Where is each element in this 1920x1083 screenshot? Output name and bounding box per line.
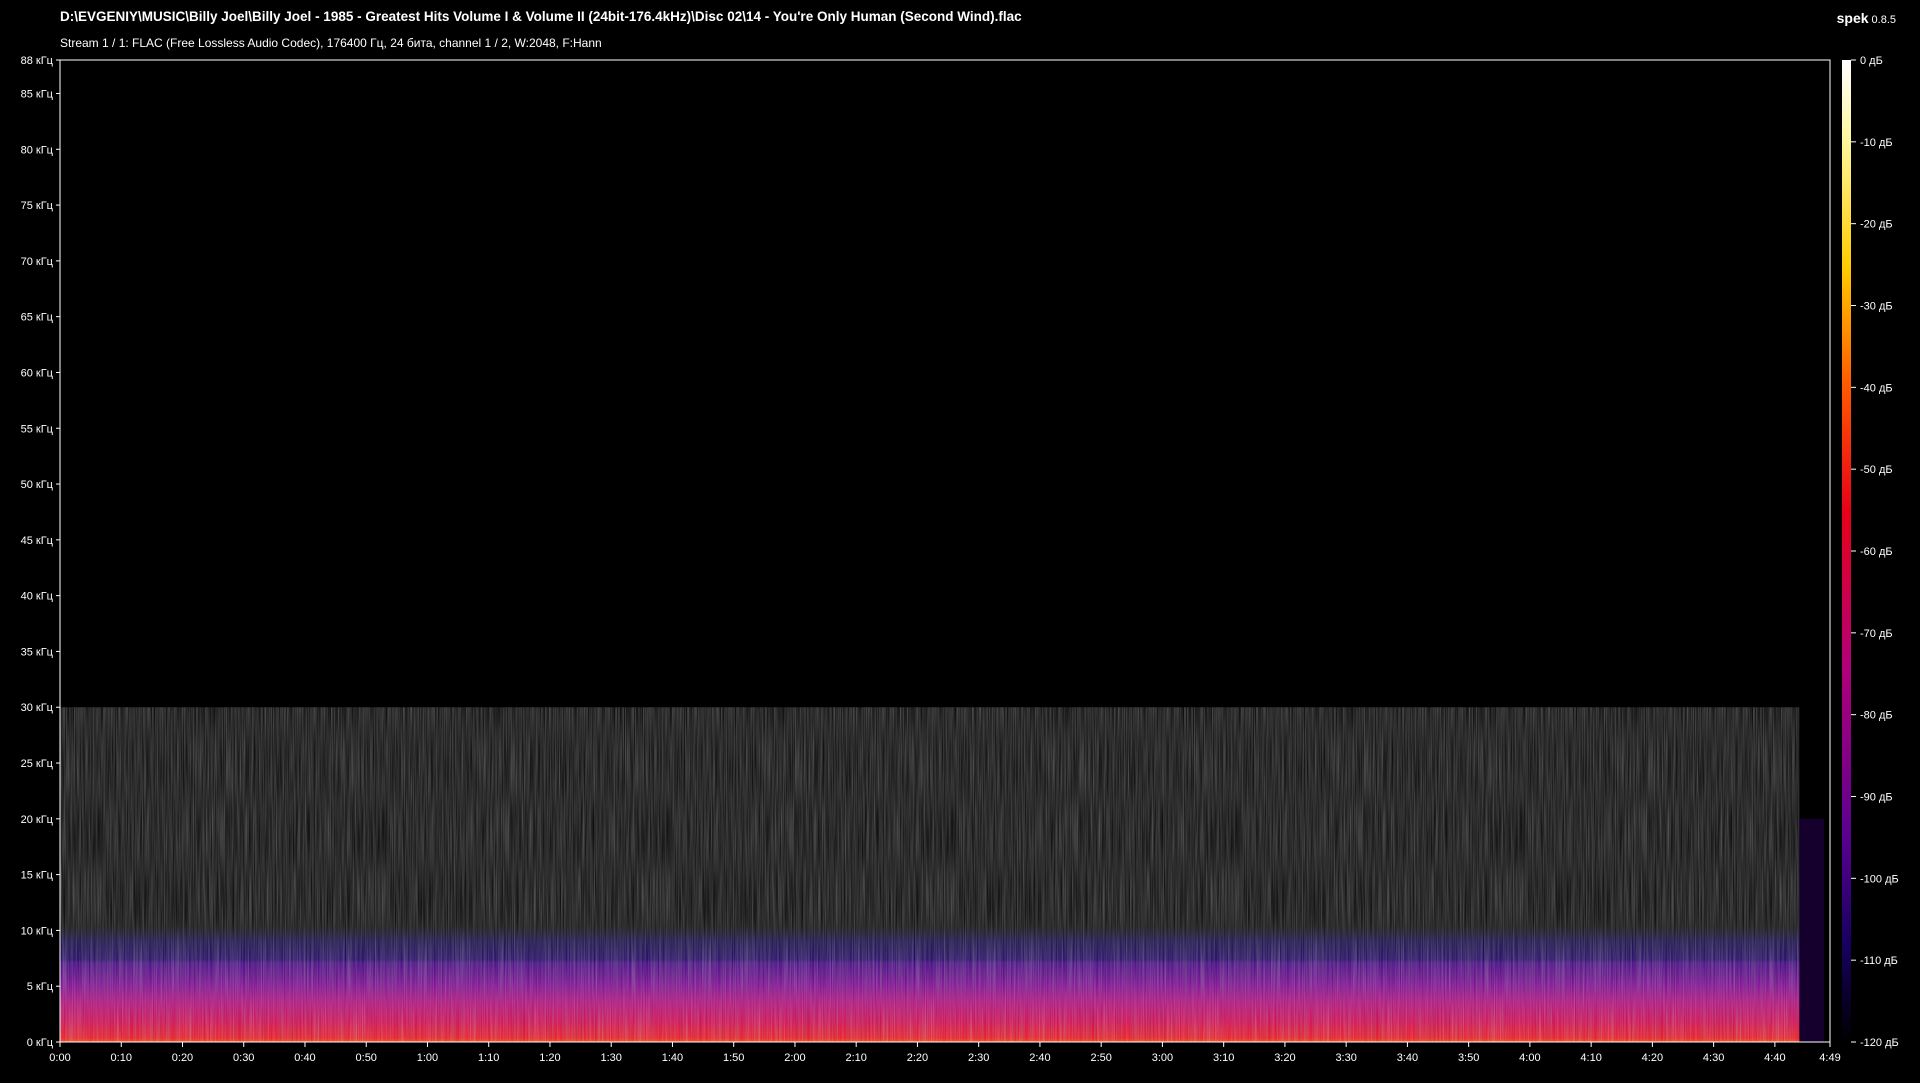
level-tick-label: -100 дБ (1860, 873, 1899, 885)
time-tick-label: 3:10 (1213, 1052, 1234, 1064)
frequency-tick-label: 35 кГц (21, 646, 54, 658)
level-tick-label: -80 дБ (1860, 710, 1893, 722)
level-tick-label: 0 дБ (1860, 55, 1883, 67)
time-tick-label: 1:50 (723, 1052, 744, 1064)
level-tick-label: -50 дБ (1860, 464, 1893, 476)
frequency-tick-label: 50 кГц (21, 479, 54, 491)
frequency-tick-label: 55 кГц (21, 423, 54, 435)
level-tick-label: -10 дБ (1860, 137, 1893, 149)
frequency-tick-label: 40 кГц (21, 591, 54, 603)
time-tick-label: 1:00 (417, 1052, 438, 1064)
time-tick-label: 2:00 (784, 1052, 805, 1064)
frequency-tick-label: 20 кГц (21, 814, 54, 826)
level-tick-label: -120 дБ (1860, 1037, 1899, 1049)
time-tick-label: 0:50 (356, 1052, 377, 1064)
time-tick-label: 2:40 (1029, 1052, 1050, 1064)
time-tick-label: 2:10 (845, 1052, 866, 1064)
frequency-tick-label: 70 кГц (21, 256, 54, 268)
frequency-tick-label: 25 кГц (21, 758, 54, 770)
time-tick-label: 4:49 (1819, 1052, 1840, 1064)
frequency-tick-label: 30 кГц (21, 702, 54, 714)
spectrogram-chart: 0 кГц 5 кГц 10 кГц 15 кГц 20 кГц 25 кГц 30 кГц… (21, 55, 1899, 1064)
time-tick-label: 0:30 (233, 1052, 254, 1064)
level-tick-label: -20 дБ (1860, 219, 1893, 231)
level-tick-label: -90 дБ (1860, 792, 1893, 804)
time-tick-label: 0:20 (172, 1052, 193, 1064)
time-tick-label: 0:00 (49, 1052, 70, 1064)
time-tick-label: 1:30 (601, 1052, 622, 1064)
time-tick-label: 0:40 (294, 1052, 315, 1064)
level-axis: 0 дБ -10 дБ -20 дБ -30 дБ -40 дБ -50 дБ -60 дБ… (1851, 55, 1899, 1049)
level-legend-bar (1842, 60, 1851, 1042)
time-tick-label: 4:20 (1642, 1052, 1663, 1064)
frequency-tick-label: 0 кГц (27, 1037, 54, 1049)
level-tick-label: -110 дБ (1860, 955, 1898, 967)
spectrum-texture (60, 707, 1800, 1042)
level-tick-label: -60 дБ (1860, 546, 1893, 558)
time-tick-label: 4:40 (1764, 1052, 1785, 1064)
time-tick-label: 3:50 (1458, 1052, 1479, 1064)
time-tick-label: 3:00 (1152, 1052, 1173, 1064)
level-tick-label: -40 дБ (1860, 382, 1893, 394)
time-axis: 0:00 0:10 0:20 0:30 0:40 0:50 1:00 1:10 1:20 1:30… (49, 1042, 1841, 1064)
level-tick-label: -30 дБ (1860, 301, 1893, 313)
time-tick-label: 1:20 (539, 1052, 560, 1064)
frequency-tick-label: 65 кГц (21, 312, 54, 324)
time-tick-label: 4:00 (1519, 1052, 1540, 1064)
frequency-tick-label: 10 кГц (21, 925, 54, 937)
time-tick-label: 3:30 (1335, 1052, 1356, 1064)
spectrum-layer (60, 707, 1824, 1042)
frequency-axis: 0 кГц 5 кГц 10 кГц 15 кГц 20 кГц 25 кГц 30 кГц… (21, 55, 60, 1049)
frequency-tick-label: 5 кГц (27, 981, 54, 993)
time-tick-label: 1:40 (662, 1052, 683, 1064)
time-tick-label: 2:20 (907, 1052, 928, 1064)
spek-window: D:\EVGENIY\MUSIC\Billy Joel\Billy Joel -… (0, 0, 1920, 1083)
frequency-tick-label: 75 кГц (21, 200, 54, 212)
frequency-tick-label: 45 кГц (21, 535, 54, 547)
time-tick-label: 2:30 (968, 1052, 989, 1064)
time-tick-label: 4:30 (1703, 1052, 1724, 1064)
time-tick-label: 3:40 (1397, 1052, 1418, 1064)
frequency-tick-label: 60 кГц (21, 367, 54, 379)
spectrum-fadeout (1799, 818, 1824, 1042)
frequency-tick-label: 88 кГц (21, 55, 54, 67)
frequency-tick-label: 80 кГц (21, 144, 54, 156)
frequency-tick-label: 15 кГц (21, 870, 54, 882)
time-tick-label: 4:10 (1580, 1052, 1601, 1064)
time-tick-label: 2:50 (1090, 1052, 1111, 1064)
time-tick-label: 3:20 (1274, 1052, 1295, 1064)
frequency-tick-label: 85 кГц (21, 88, 54, 100)
time-tick-label: 1:10 (478, 1052, 499, 1064)
time-tick-label: 0:10 (111, 1052, 132, 1064)
level-tick-label: -70 дБ (1860, 628, 1893, 640)
